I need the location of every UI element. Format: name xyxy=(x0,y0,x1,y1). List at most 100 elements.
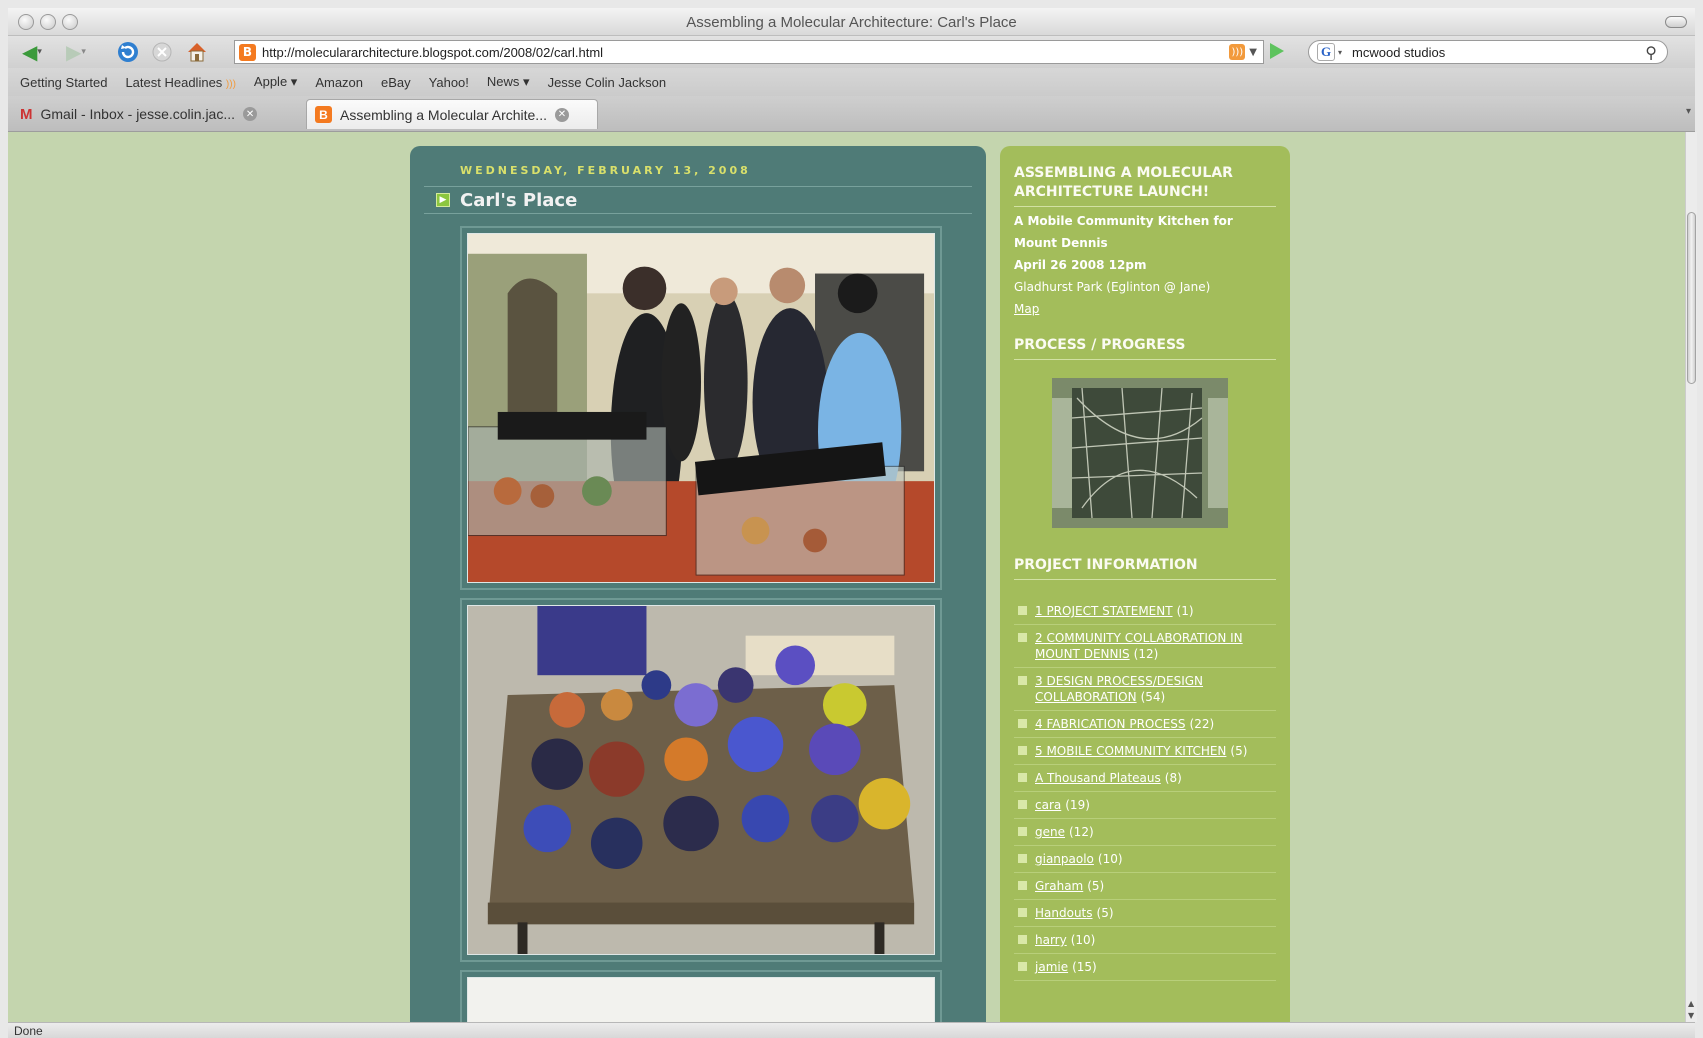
category-count: (12) xyxy=(1133,647,1159,661)
bookmark-jesse-colin-jackson[interactable]: Jesse Colin Jackson xyxy=(548,75,667,90)
bullet-icon xyxy=(1018,719,1027,728)
bookmark-yahoo[interactable]: Yahoo! xyxy=(429,75,469,90)
bookmark-news[interactable]: News ▾ xyxy=(487,74,530,90)
sidebar: ASSEMBLING A MOLECULAR ARCHITECTURE LAUN… xyxy=(1000,146,1290,1022)
post-bullet-icon: ▶ xyxy=(436,193,450,207)
progress-thumbnail[interactable] xyxy=(1052,378,1228,528)
category-link[interactable]: cara xyxy=(1035,798,1061,812)
status-text: Done xyxy=(14,1024,43,1038)
go-arrow-icon[interactable] xyxy=(1270,43,1284,59)
window-title: Assembling a Molecular Architecture: Car… xyxy=(686,14,1017,31)
vertical-scrollbar[interactable]: ▲ ▼ xyxy=(1685,132,1697,1022)
back-arrow-icon[interactable]: ◀ ▾ xyxy=(14,40,50,64)
window-titlebar: Assembling a Molecular Architecture: Car… xyxy=(8,8,1695,36)
tab-gmail[interactable]: M Gmail - Inbox - jesse.colin.jac... ✕ xyxy=(12,99,302,129)
search-input[interactable]: mcwood studios xyxy=(1352,45,1645,60)
list-item[interactable]: Handouts (5) xyxy=(1014,900,1276,927)
bookmark-getting-started[interactable]: Getting Started xyxy=(20,75,107,90)
launch-map-link[interactable]: Map xyxy=(1014,302,1039,316)
post-photo-1[interactable] xyxy=(460,226,942,590)
toolbar-toggle-button[interactable] xyxy=(1665,16,1687,28)
category-link[interactable]: gene xyxy=(1035,825,1065,839)
url-bar[interactable]: B http://moleculararchitecture.blogspot.… xyxy=(234,40,1264,64)
bullet-icon xyxy=(1018,962,1027,971)
blogger-favicon: B xyxy=(315,106,332,123)
list-item[interactable]: gene (12) xyxy=(1014,819,1276,846)
launch-heading: ASSEMBLING A MOLECULAR ARCHITECTURE LAUN… xyxy=(1014,164,1276,207)
photo-partial xyxy=(467,977,935,1022)
navigation-toolbar: ◀ ▾ ▶ ▾ B http://moleculararchitecture.blo… xyxy=(8,36,1695,68)
reload-icon[interactable] xyxy=(114,40,142,64)
bullet-icon xyxy=(1018,773,1027,782)
bullet-icon xyxy=(1018,827,1027,836)
bullet-icon xyxy=(1018,800,1027,809)
bookmark-apple[interactable]: Apple ▾ xyxy=(254,74,297,90)
bookmark-ebay[interactable]: eBay xyxy=(381,75,411,90)
bookmark-amazon[interactable]: Amazon xyxy=(315,75,363,90)
list-item[interactable]: Graham (5) xyxy=(1014,873,1276,900)
category-count: (19) xyxy=(1065,798,1090,812)
category-link[interactable]: harry xyxy=(1035,933,1067,947)
scroll-down-icon[interactable]: ▼ xyxy=(1688,1011,1694,1020)
home-icon[interactable] xyxy=(182,40,212,64)
list-item[interactable]: gianpaolo (10) xyxy=(1014,846,1276,873)
info-heading: PROJECT INFORMATION xyxy=(1014,556,1276,580)
category-count: (54) xyxy=(1140,690,1166,704)
post-date: WEDNESDAY, FEBRUARY 13, 2008 xyxy=(460,164,751,177)
bullet-icon xyxy=(1018,606,1027,615)
category-link[interactable]: 4 FABRICATION PROCESS xyxy=(1035,717,1186,731)
list-item[interactable]: cara (19) xyxy=(1014,792,1276,819)
url-text[interactable]: http://moleculararchitecture.blogspot.co… xyxy=(262,45,1229,60)
scrollbar-thumb[interactable] xyxy=(1687,212,1696,384)
bullet-icon xyxy=(1018,746,1027,755)
launch-line-1: A Mobile Community Kitchen for xyxy=(1014,214,1233,228)
list-item[interactable]: 5 MOBILE COMMUNITY KITCHEN (5) xyxy=(1014,738,1276,765)
list-item[interactable]: 3 DESIGN PROCESS/DESIGN COLLABORATION (54… xyxy=(1014,668,1276,711)
list-item[interactable]: 1 PROJECT STATEMENT (1) xyxy=(1014,598,1276,625)
category-link[interactable]: 5 MOBILE COMMUNITY KITCHEN xyxy=(1035,744,1226,758)
page-viewport: WEDNESDAY, FEBRUARY 13, 2008 ▶ Carl's Pl… xyxy=(8,132,1685,1022)
list-item[interactable]: 4 FABRICATION PROCESS (22) xyxy=(1014,711,1276,738)
progress-heading: PROCESS / PROGRESS xyxy=(1014,336,1276,360)
search-icon[interactable]: ⚲ xyxy=(1645,43,1657,62)
post-photo-3[interactable] xyxy=(460,970,942,1022)
scroll-up-icon[interactable]: ▲ xyxy=(1688,999,1694,1008)
category-link[interactable]: Handouts xyxy=(1035,906,1093,920)
url-history-dropdown-icon[interactable]: ▼ xyxy=(1249,47,1257,58)
launch-date: April 26 2008 12pm xyxy=(1014,258,1147,272)
tab-molecular-architecture[interactable]: B Assembling a Molecular Archite... ✕ xyxy=(306,99,598,129)
bookmarks-toolbar: Getting Started Latest Headlines ))) App… xyxy=(8,68,1695,96)
list-item[interactable]: harry (10) xyxy=(1014,927,1276,954)
tab-list-icon[interactable]: ▾ xyxy=(1686,106,1691,117)
post-title[interactable]: Carl's Place xyxy=(460,190,577,211)
category-link[interactable]: A Thousand Plateaus xyxy=(1035,771,1161,785)
post-photo-2[interactable] xyxy=(460,598,942,962)
tab-close-icon[interactable]: ✕ xyxy=(243,107,258,121)
list-item[interactable]: jamie (15) xyxy=(1014,954,1276,981)
category-link[interactable]: 1 PROJECT STATEMENT xyxy=(1035,604,1173,618)
stop-icon[interactable] xyxy=(148,40,176,64)
forward-arrow-icon[interactable]: ▶ ▾ xyxy=(58,40,94,64)
photo-people-with-terrariums xyxy=(467,233,935,583)
category-link[interactable]: Graham xyxy=(1035,879,1083,893)
google-icon[interactable]: G xyxy=(1317,43,1335,61)
category-count: (5) xyxy=(1087,879,1105,893)
blogger-favicon: B xyxy=(239,43,256,61)
category-link[interactable]: gianpaolo xyxy=(1035,852,1094,866)
launch-location: Gladhurst Park (Eglinton @ Jane) xyxy=(1014,280,1211,294)
category-link[interactable]: jamie xyxy=(1035,960,1068,974)
post-header: ▶ Carl's Place xyxy=(424,186,972,214)
list-item[interactable]: 2 COMMUNITY COLLABORATION IN MOUNT DENNI… xyxy=(1014,625,1276,668)
category-link[interactable]: 3 DESIGN PROCESS/DESIGN COLLABORATION xyxy=(1035,674,1203,704)
bookmark-latest-headlines[interactable]: Latest Headlines ))) xyxy=(125,75,235,90)
category-count: (12) xyxy=(1069,825,1094,839)
list-item[interactable]: A Thousand Plateaus (8) xyxy=(1014,765,1276,792)
bullet-icon xyxy=(1018,633,1027,642)
tab-close-icon[interactable]: ✕ xyxy=(554,107,569,122)
search-engine-dropdown-icon[interactable]: ▾ xyxy=(1338,48,1342,57)
search-bar[interactable]: G ▾ mcwood studios ⚲ xyxy=(1308,40,1668,64)
bullet-icon xyxy=(1018,935,1027,944)
bookmark-label: Latest Headlines xyxy=(125,74,223,90)
rss-icon[interactable]: ))) xyxy=(1229,44,1246,60)
tab-bar: M Gmail - Inbox - jesse.colin.jac... ✕ B… xyxy=(8,96,1695,132)
